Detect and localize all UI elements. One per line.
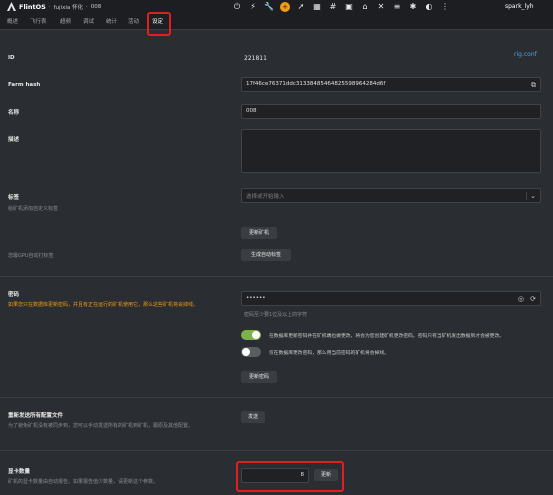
tags-placeholder: 选择或开始输入 — [246, 194, 285, 200]
tags-description: 给矿机添加自定义标签 — [8, 206, 59, 212]
top-bar: FlintOS · fujixia 怀化 · 008 ⏻ ⚡ 🔧 + ➚ ▦ #… — [0, 0, 553, 14]
eye-slash-icon[interactable]: ◎ — [518, 295, 524, 303]
hashtag-icon[interactable]: # — [328, 2, 338, 12]
password-hint: 密码至少要1位及以上的字符 — [244, 312, 308, 318]
wrench-icon[interactable]: 🔧 — [264, 2, 274, 12]
breadcrumb-farm[interactable]: fujixia 怀化 — [54, 3, 83, 11]
gpu-count-description: 矿机的显卡数量由自动报告。如果报告值少数量，请更新这个参数。 — [8, 479, 159, 485]
flintos-logo-icon — [7, 2, 16, 11]
name-value: 008 — [246, 108, 257, 114]
user-name[interactable]: spark_lyh — [505, 3, 534, 10]
copy-icon[interactable]: ⧉ — [531, 81, 536, 90]
description-textarea[interactable] — [241, 129, 541, 173]
chart-icon[interactable]: ▦ — [312, 2, 322, 12]
password-input[interactable]: •••••• ◎ ⟳ — [241, 291, 541, 306]
add-circle-icon[interactable]: + — [280, 2, 290, 12]
toggle-db-only-password[interactable] — [241, 347, 261, 357]
rocket-icon[interactable]: ➚ — [296, 2, 306, 12]
update-password-button[interactable]: 更新密码 — [241, 371, 277, 383]
brightness-icon[interactable]: ◐ — [424, 2, 434, 12]
tags-label: 标签 — [8, 195, 20, 201]
gpu-count-label: 显卡数量 — [8, 469, 31, 475]
terminal-icon[interactable]: ▣ — [344, 2, 354, 12]
rig-conf-link[interactable]: rig.conf — [514, 51, 537, 58]
unplug-icon[interactable]: ⚡ — [248, 2, 258, 12]
toggle-db-only-password-text: 仅在数据库更改密码，那么用当前密码的矿机将会掉线。 — [269, 351, 389, 356]
settings-icon[interactable]: ✱ — [408, 2, 418, 12]
tab-overview[interactable]: 概述 — [7, 17, 18, 25]
tab-settings-highlight — [147, 12, 171, 36]
password-label: 密码 — [8, 292, 20, 298]
tab-bar: 概述 飞行表 超频 调试 统计 活动 设定 — [0, 14, 553, 30]
tags-select[interactable]: 选择或开始输入 ⌄ — [241, 188, 541, 203]
divider-3 — [0, 450, 553, 451]
tab-stats[interactable]: 统计 — [106, 17, 117, 25]
generate-auto-tags-button[interactable]: 生成自动标签 — [241, 249, 291, 261]
id-value: 221811 — [244, 55, 267, 62]
divider-1 — [0, 276, 553, 277]
tab-debug[interactable]: 调试 — [83, 17, 94, 25]
tab-activity[interactable]: 活动 — [128, 17, 139, 25]
password-warning: 如果您只在数据库更新密码，并且有正在运行的矿机使用它，那么这些矿机将会掉线。 — [8, 302, 199, 308]
resend-configs-label: 重新发送所有配置文件 — [8, 413, 64, 419]
id-label: ID — [8, 55, 15, 61]
description-label: 描述 — [8, 137, 20, 143]
tab-overclocking[interactable]: 超频 — [60, 17, 71, 25]
update-rig-button[interactable]: 更新矿机 — [241, 227, 277, 239]
send-button[interactable]: 发送 — [241, 411, 265, 423]
auto-tag-label: 您最GPU自动打标签 — [8, 253, 54, 259]
toggle-knob — [242, 348, 250, 356]
password-value: •••••• — [246, 295, 266, 301]
farm-hash-label: Farm hash — [8, 82, 41, 88]
bars-icon[interactable]: ≡ — [392, 2, 402, 12]
farm-hash-value: 17f46ce76371ddc31338485464825598964284d6… — [246, 81, 386, 87]
toggle-update-rig-password-text: 在数据库更新密码并在矿机端也做更改，将会为您创建矿机更改密码。密码只有当矿机发出… — [269, 334, 505, 339]
chevron-down-icon[interactable]: ⌄ — [526, 192, 536, 200]
gpu-count-highlight — [236, 461, 344, 492]
farm-hash-field[interactable]: 17f46ce76371ddc31338485464825598964284d6… — [241, 77, 541, 92]
resend-configs-description: 为了避免矿机没有被同步到，您可以手动发送所有的矿机到矿机，跟原及其他配置。 — [8, 423, 194, 429]
lock-icon[interactable]: ⌂ — [360, 2, 370, 12]
toggle-knob — [252, 331, 260, 339]
toggle-update-rig-password[interactable] — [241, 330, 261, 340]
name-label: 名称 — [8, 110, 20, 116]
menu-icon[interactable]: ⋮ — [440, 2, 450, 12]
app-name: FlintOS — [19, 2, 46, 11]
cancel-icon[interactable]: ✕ — [376, 2, 386, 12]
toolbar: ⏻ ⚡ 🔧 + ➚ ▦ # ▣ ⌂ ✕ ≡ ✱ ◐ ⋮ — [232, 2, 450, 12]
breadcrumb-sep-2: · — [85, 3, 88, 10]
tab-flight-sheet[interactable]: 飞行表 — [30, 17, 47, 25]
power-icon[interactable]: ⏻ — [232, 2, 242, 12]
name-input[interactable]: 008 — [241, 104, 541, 119]
brand: FlintOS · fujixia 怀化 · 008 — [7, 2, 101, 11]
refresh-icon[interactable]: ⟳ — [530, 295, 536, 303]
breadcrumb-sep-1: · — [48, 3, 51, 10]
breadcrumb-rig[interactable]: 008 — [91, 4, 102, 10]
divider-2 — [0, 397, 553, 398]
